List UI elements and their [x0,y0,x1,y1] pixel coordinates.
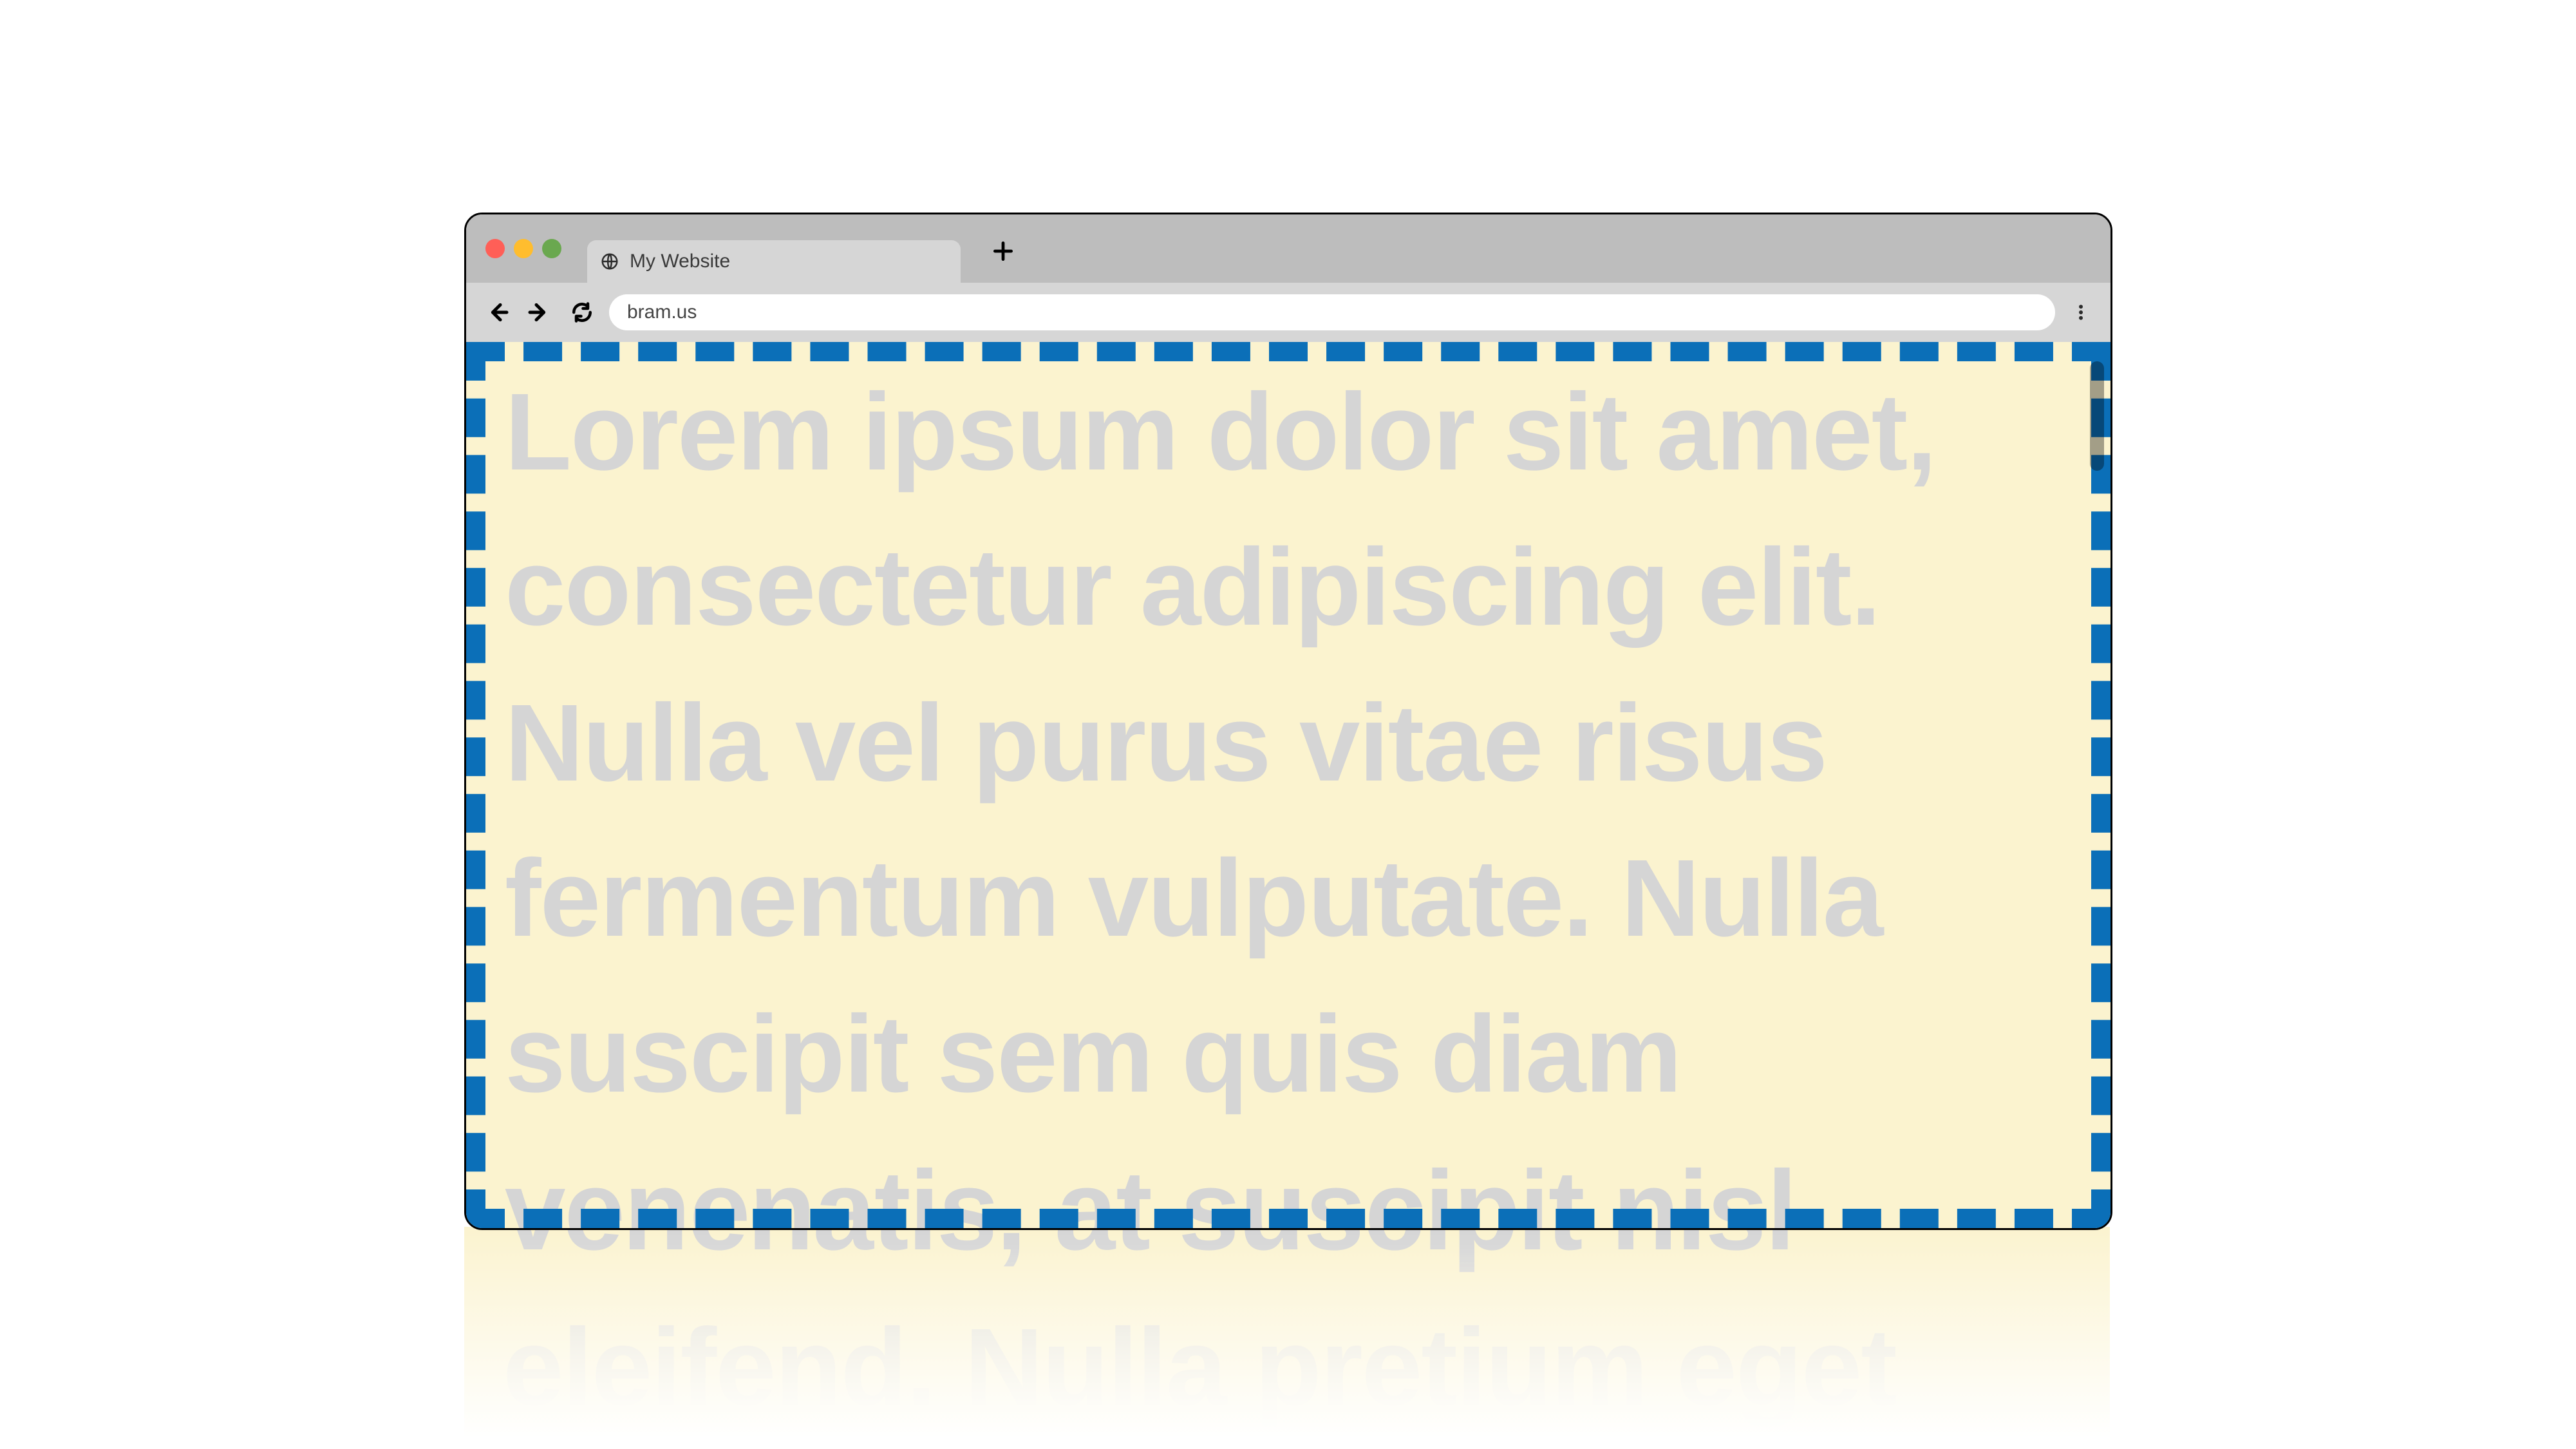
window-minimize-button[interactable] [514,239,533,258]
tab-title: My Website [630,251,730,272]
reload-button[interactable] [567,297,597,328]
browser-tab[interactable]: My Website [587,240,961,283]
browser-menu-button[interactable] [2067,298,2095,327]
window-zoom-button[interactable] [542,239,561,258]
back-button[interactable] [482,297,512,328]
globe-icon [599,251,621,272]
browser-viewport: Lorem ipsum dolor sit amet, consectetur … [466,342,2111,1228]
window-close-button[interactable] [485,239,505,258]
tab-strip: My Website [466,214,2111,283]
page-body-text: Lorem ipsum dolor sit amet, consectetur … [466,355,2050,1228]
page-overflow-bg [464,1227,2110,1449]
scrollbar-thumb[interactable] [2090,361,2104,471]
new-tab-button[interactable] [989,237,1017,265]
window-controls [485,239,561,258]
address-bar-url: bram.us [627,301,697,323]
forward-button[interactable] [524,297,555,328]
page-bottom-fade [0,1227,2576,1449]
browser-window: My Website [464,213,2112,1230]
navigation-bar: bram.us [466,283,2111,342]
address-bar[interactable]: bram.us [609,294,2055,330]
